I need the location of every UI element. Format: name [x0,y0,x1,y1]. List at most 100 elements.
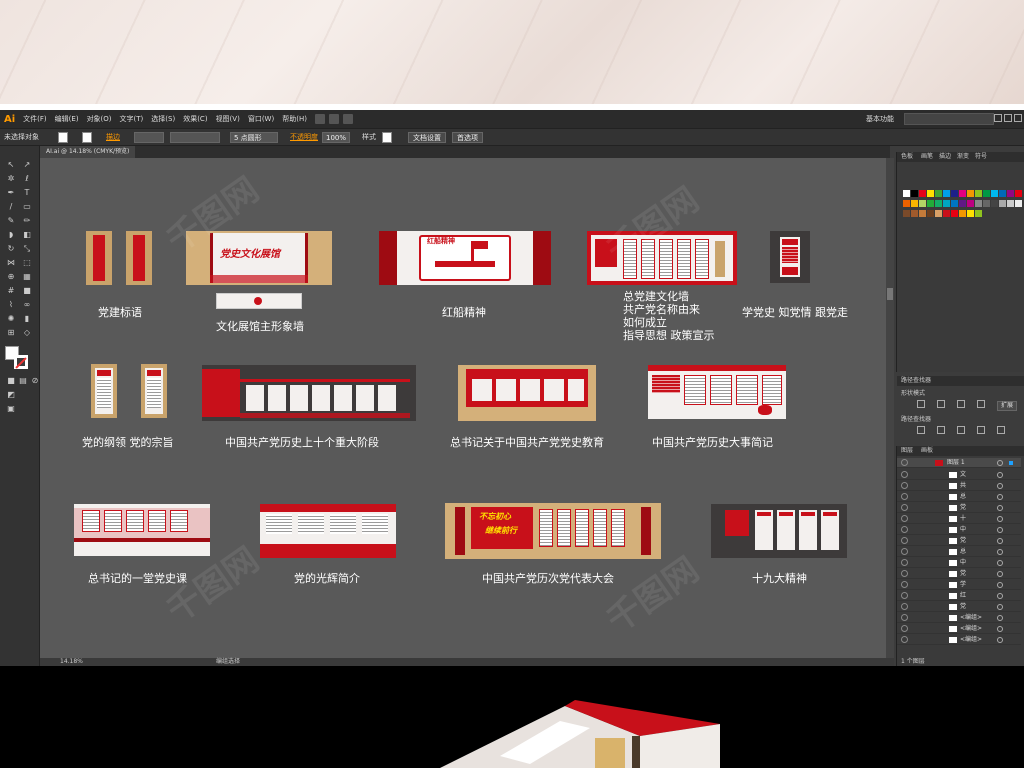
target-icon[interactable] [997,626,1003,632]
layer-name[interactable]: 图层 1 [947,458,965,468]
color-swatch[interactable] [903,190,910,197]
layer-name[interactable]: 总 [960,492,966,502]
layer-name[interactable]: 学 [960,580,966,590]
blob-brush-tool-icon[interactable]: ◗ [6,230,16,240]
column-graph-tool-icon[interactable]: ▮ [22,314,32,324]
color-swatch[interactable] [943,190,950,197]
color-swatch[interactable] [951,200,958,207]
intersect-icon[interactable] [957,400,965,408]
artwork-party-congresses[interactable]: 不忘初心 继续前行 [445,503,661,559]
layer-row[interactable]: 共 [897,481,1021,491]
color-swatch[interactable] [911,200,918,207]
visibility-eye-icon[interactable] [901,515,908,522]
minimize-icon[interactable] [994,114,1002,122]
artwork-party-program[interactable] [91,364,169,418]
selection-tool-icon[interactable]: ↖ [6,160,16,170]
menu-type[interactable]: 文字(T) [120,114,144,124]
color-swatch[interactable] [967,190,974,197]
color-swatch[interactable] [975,200,982,207]
variable-width-field[interactable] [170,132,220,143]
exclude-icon[interactable] [977,400,985,408]
color-swatch[interactable] [975,210,982,217]
layer-name[interactable]: <编组> [960,613,982,623]
target-icon[interactable] [997,582,1003,588]
search-input[interactable] [904,113,994,125]
minus-front-icon[interactable] [937,400,945,408]
menu-file[interactable]: 文件(F) [23,114,47,124]
artwork-party-glory-intro[interactable] [260,504,396,558]
pen-tool-icon[interactable]: ✒ [6,188,16,198]
layer-row[interactable]: 总 [897,547,1021,557]
target-icon[interactable] [997,538,1003,544]
visibility-eye-icon[interactable] [901,592,908,599]
slice-tool-icon[interactable]: ◇ [22,328,32,338]
merge-icon[interactable] [957,426,965,434]
shape-builder-tool-icon[interactable]: ⊕ [6,272,16,282]
layer-name[interactable]: 共 [960,481,966,491]
gradient-mode-icon[interactable]: ▤ [18,376,28,386]
target-icon[interactable] [997,549,1003,555]
color-swatch[interactable] [935,200,942,207]
target-icon[interactable] [997,460,1003,466]
color-swatch[interactable] [919,210,926,217]
color-swatch[interactable] [943,210,950,217]
visibility-eye-icon[interactable] [901,482,908,489]
layer-row[interactable]: 十 [897,514,1021,524]
artboard-tool-icon[interactable]: ⊞ [6,328,16,338]
color-swatch[interactable] [999,190,1006,197]
color-swatch[interactable] [1015,200,1022,207]
menu-effect[interactable]: 效果(C) [183,114,207,124]
artwork-study-party-history[interactable] [770,231,810,283]
draw-mode-icon[interactable]: ◩ [6,390,16,400]
visibility-eye-icon[interactable] [901,548,908,555]
target-icon[interactable] [997,483,1003,489]
width-tool-icon[interactable]: ⋈ [6,258,16,268]
color-swatch[interactable] [991,190,998,197]
symbol-sprayer-tool-icon[interactable]: ✺ [6,314,16,324]
layer-row[interactable]: 党 [897,569,1021,579]
layer-row[interactable]: 中 [897,525,1021,535]
color-swatch[interactable] [959,200,966,207]
rectangle-tool-icon[interactable]: ▭ [22,202,32,212]
visibility-eye-icon[interactable] [901,526,908,533]
color-swatch[interactable] [919,190,926,197]
tab-stroke[interactable]: 描边 [939,153,951,161]
gradient-tool-icon[interactable]: ■ [22,286,32,296]
mesh-tool-icon[interactable]: # [6,286,16,296]
target-icon[interactable] [997,615,1003,621]
color-swatch[interactable] [911,190,918,197]
artwork-red-boat-spirit[interactable]: 红船精神 [379,231,551,285]
color-swatch[interactable] [959,190,966,197]
workspace-switcher[interactable]: 基本功能 [866,114,894,124]
color-swatch[interactable] [983,190,990,197]
color-swatch[interactable] [927,210,934,217]
layer-row[interactable]: <编组> [897,635,1021,645]
target-icon[interactable] [997,593,1003,599]
fill-swatch[interactable] [58,132,68,143]
artwork-nineteenth-congress[interactable] [711,504,847,558]
opacity-label[interactable]: 不透明度 [290,132,318,143]
tab-gradient[interactable]: 渐变 [957,153,969,161]
color-swatch[interactable] [927,190,934,197]
color-swatch[interactable] [1015,190,1022,197]
target-icon[interactable] [997,637,1003,643]
perspective-grid-tool-icon[interactable]: ▦ [22,272,32,282]
preferences-button[interactable]: 首选项 [452,132,483,143]
layer-row[interactable]: 党 [897,503,1021,513]
layer-row-top[interactable]: 图层 1 [897,458,1021,468]
layer-name[interactable]: 党 [960,569,966,579]
divide-icon[interactable] [917,426,925,434]
color-swatch[interactable] [927,200,934,207]
target-icon[interactable] [997,516,1003,522]
visibility-eye-icon[interactable] [901,504,908,511]
visibility-eye-icon[interactable] [901,603,908,610]
layer-name[interactable]: 文 [960,470,966,480]
target-icon[interactable] [997,527,1003,533]
eyedropper-tool-icon[interactable]: ⌇ [6,300,16,310]
visibility-eye-icon[interactable] [901,459,908,466]
color-swatch[interactable] [951,190,958,197]
stroke-color-icon[interactable] [14,355,28,369]
color-swatch[interactable] [967,210,974,217]
magic-wand-tool-icon[interactable]: ✲ [6,174,16,184]
vertical-scrollbar[interactable] [886,158,894,658]
